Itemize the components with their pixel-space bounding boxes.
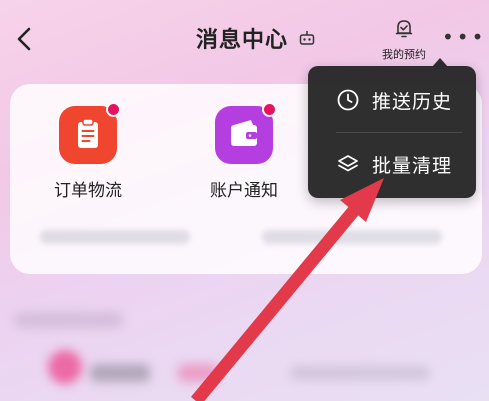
annotation-arrow xyxy=(190,178,384,401)
